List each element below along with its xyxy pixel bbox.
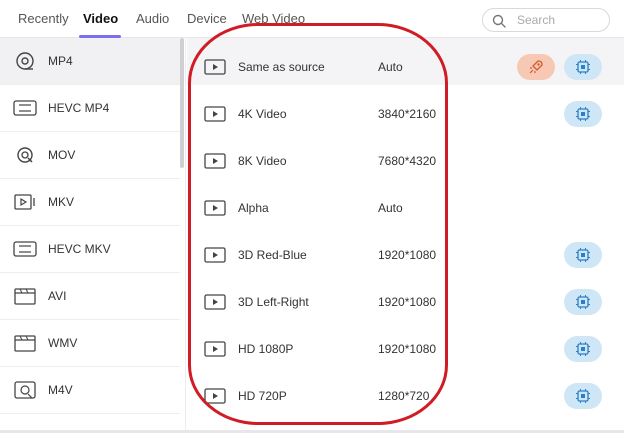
format-item-m4v[interactable]: M4V: [0, 367, 180, 414]
format-item-wmv[interactable]: WMV: [0, 320, 180, 367]
tab-device[interactable]: Device: [187, 11, 227, 26]
clapper-icon: [14, 335, 36, 352]
video-preset-icon: [204, 59, 226, 75]
m4v-icon: [14, 381, 36, 399]
preset-row-hd-720p[interactable]: HD 720P 1280*720: [187, 367, 624, 414]
format-item-avi[interactable]: AVI: [0, 273, 180, 320]
tab-audio[interactable]: Audio: [136, 11, 169, 26]
clapper-icon: [14, 288, 36, 305]
chip-icon: [576, 342, 590, 356]
preset-row-hd-1080p[interactable]: HD 1080P 1920*1080: [187, 320, 624, 367]
hardware-acceleration-button[interactable]: [564, 101, 602, 127]
preset-row-3d-red-blue[interactable]: 3D Red-Blue 1920*1080: [187, 226, 624, 273]
preset-row-same-as-source[interactable]: Same as source Auto: [187, 38, 624, 85]
tab-video[interactable]: Video: [83, 11, 118, 26]
hevc-icon: [13, 241, 37, 257]
chip-icon: [576, 107, 590, 121]
preset-name: 3D Left-Right: [238, 295, 309, 309]
search-box[interactable]: [482, 8, 610, 32]
disc-icon: [16, 52, 34, 70]
preset-resolution: 1920*1080: [378, 248, 437, 262]
speed-button[interactable]: [517, 54, 555, 80]
video-preset-icon: [204, 294, 226, 310]
video-preset-icon: [204, 247, 226, 263]
preset-resolution: 1280*720: [378, 389, 430, 403]
chip-icon: [576, 60, 590, 74]
hardware-acceleration-button[interactable]: [564, 242, 602, 268]
chip-icon: [576, 295, 590, 309]
format-label: MKV: [48, 195, 75, 209]
format-label: M4V: [48, 383, 73, 397]
video-file-icon: [14, 194, 35, 210]
format-item-hevc-mp4[interactable]: HEVC MP4: [0, 85, 180, 132]
preset-name: Alpha: [238, 201, 269, 215]
preset-resolution: Auto: [378, 201, 403, 215]
preset-list: Same as source Auto 4K Video 3840*2160 8…: [187, 38, 624, 433]
preset-resolution: 3840*2160: [378, 107, 437, 121]
video-preset-icon: [204, 106, 226, 122]
search-icon: [492, 14, 506, 28]
hardware-acceleration-button[interactable]: [564, 54, 602, 80]
format-label: MOV: [48, 148, 76, 162]
preset-name: 4K Video: [238, 107, 287, 121]
hardware-acceleration-button[interactable]: [564, 289, 602, 315]
format-label: AVI: [48, 289, 67, 303]
format-item-hevc-mkv[interactable]: HEVC MKV: [0, 226, 180, 273]
tab-recently[interactable]: Recently: [18, 11, 69, 26]
preset-resolution: 7680*4320: [378, 154, 437, 168]
format-label: HEVC MKV: [48, 242, 111, 256]
preset-name: HD 1080P: [238, 342, 294, 356]
preset-name: 3D Red-Blue: [238, 248, 307, 262]
preset-row-8k-video[interactable]: 8K Video 7680*4320: [187, 132, 624, 179]
format-list-scrollbar[interactable]: [180, 38, 184, 168]
preset-row-alpha[interactable]: Alpha Auto: [187, 179, 624, 226]
hardware-acceleration-button[interactable]: [564, 336, 602, 362]
hevc-icon: [13, 100, 37, 116]
preset-resolution: 1920*1080: [378, 295, 437, 309]
format-label: HEVC MP4: [48, 101, 110, 115]
preset-name: Same as source: [238, 60, 325, 74]
video-preset-icon: [204, 388, 226, 404]
format-item-mov[interactable]: MOV: [0, 132, 180, 179]
chip-icon: [576, 248, 590, 262]
preset-resolution: Auto: [378, 60, 403, 74]
search-input[interactable]: [517, 12, 605, 28]
preset-row-4k-video[interactable]: 4K Video 3840*2160: [187, 85, 624, 132]
format-item-mkv[interactable]: MKV: [0, 179, 180, 226]
format-tab-bar: Recently Video Audio Device Web Video: [0, 0, 624, 38]
video-preset-icon: [204, 153, 226, 169]
chip-icon: [576, 389, 590, 403]
format-item-mp4[interactable]: MP4: [0, 38, 180, 85]
format-label: WMV: [48, 336, 78, 350]
format-list: MP4 HEVC MP4 MOV MKV HEVC MKV AVI WMV M4…: [0, 38, 186, 433]
tab-web-video[interactable]: Web Video: [242, 11, 305, 26]
preset-row-3d-left-right[interactable]: 3D Left-Right 1920*1080: [187, 273, 624, 320]
format-label: MP4: [48, 54, 73, 68]
preset-name: 8K Video: [238, 154, 287, 168]
video-preset-icon: [204, 341, 226, 357]
rocket-icon: [529, 60, 543, 74]
video-preset-icon: [204, 200, 226, 216]
preset-name: HD 720P: [238, 389, 287, 403]
quicktime-icon: [17, 147, 33, 163]
preset-resolution: 1920*1080: [378, 342, 437, 356]
hardware-acceleration-button[interactable]: [564, 383, 602, 409]
